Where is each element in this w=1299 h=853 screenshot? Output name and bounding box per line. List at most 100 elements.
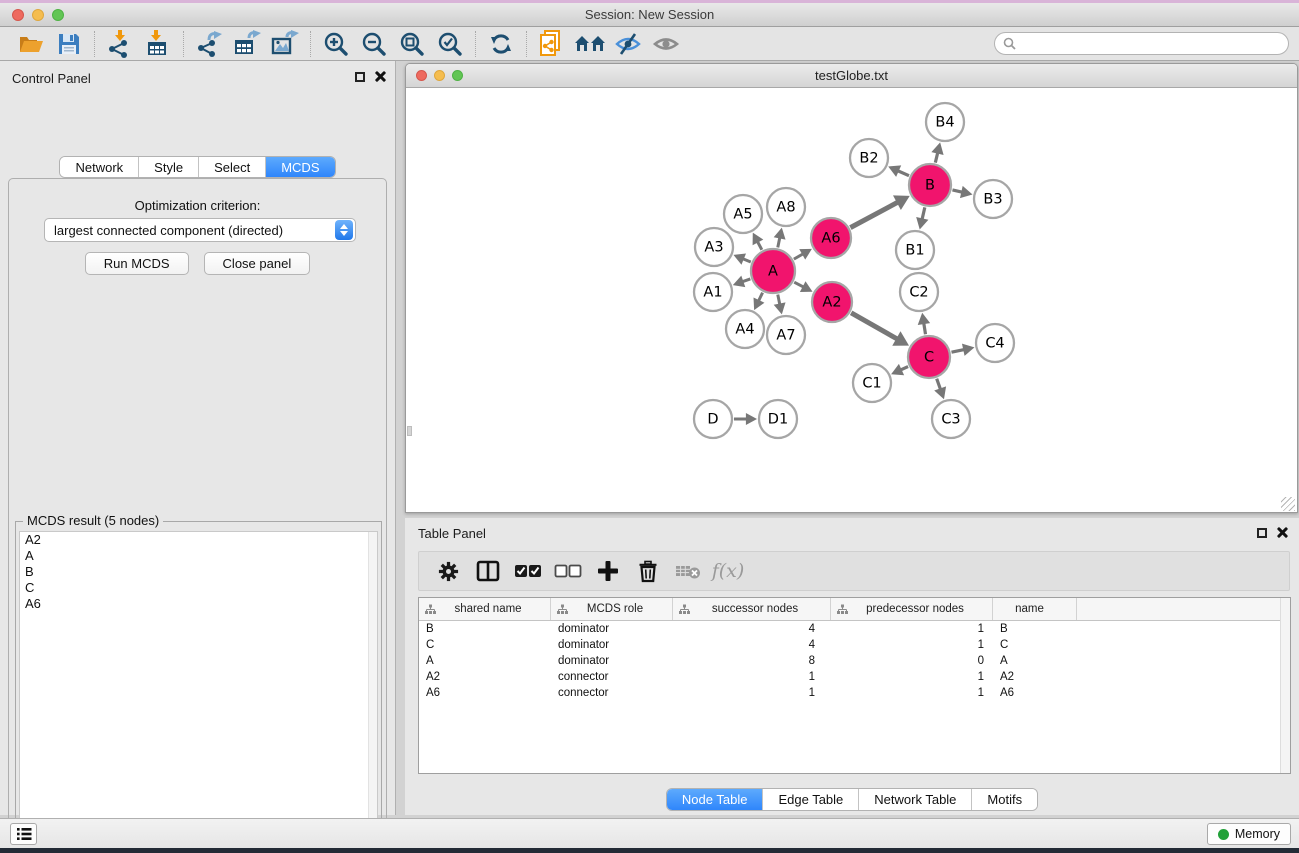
show-columns-icon[interactable] <box>471 555 505 587</box>
node-B[interactable]: B <box>909 164 951 206</box>
hide-graphics-details-icon[interactable] <box>609 29 647 59</box>
node-D[interactable]: D <box>694 400 732 438</box>
column-header-MCDS-role[interactable]: MCDS role <box>551 598 673 620</box>
search-input[interactable] <box>1021 37 1280 51</box>
edge-A-A2[interactable] <box>794 282 803 287</box>
table-row[interactable]: A6connector11A6 <box>419 685 1290 701</box>
close-panel-icon[interactable] <box>374 71 385 82</box>
memory-button[interactable]: Memory <box>1207 823 1291 845</box>
node-B4[interactable]: B4 <box>926 103 964 141</box>
node-A3[interactable]: A3 <box>695 228 733 266</box>
node-A1[interactable]: A1 <box>694 273 732 311</box>
mcds-result-item[interactable]: A6 <box>20 596 377 612</box>
tab-select[interactable]: Select <box>198 157 265 177</box>
mcds-result-item[interactable]: B <box>20 564 377 580</box>
zoom-in-icon[interactable] <box>317 29 355 59</box>
node-B3[interactable]: B3 <box>974 180 1012 218</box>
table-float-panel-icon[interactable] <box>1257 528 1267 538</box>
zoom-out-icon[interactable] <box>355 29 393 59</box>
window-resize-grip[interactable] <box>1281 497 1295 511</box>
task-history-button[interactable] <box>10 823 37 845</box>
node-A4[interactable]: A4 <box>726 310 764 348</box>
edge-C-C2[interactable] <box>924 323 926 334</box>
import-table-icon[interactable] <box>139 29 177 59</box>
table-tab-node-table[interactable]: Node Table <box>667 789 763 810</box>
close-panel-button[interactable]: Close panel <box>204 252 311 275</box>
edge-A-A6[interactable] <box>794 254 803 259</box>
import-network-icon[interactable] <box>101 29 139 59</box>
mcds-result-item[interactable]: C <box>20 580 377 596</box>
edge-A-A1[interactable] <box>742 279 750 282</box>
node-C2[interactable]: C2 <box>900 273 938 311</box>
edge-B-B2[interactable] <box>898 171 909 176</box>
table-tab-motifs[interactable]: Motifs <box>971 789 1037 810</box>
export-table-icon[interactable] <box>228 29 266 59</box>
tab-style[interactable]: Style <box>138 157 198 177</box>
criterion-dropdown[interactable]: largest connected component (directed) <box>44 218 356 242</box>
table-scrollbar[interactable] <box>1280 598 1290 773</box>
result-scrollbar[interactable] <box>368 532 377 853</box>
mcds-result-list[interactable]: A2ABCA6 <box>19 531 378 853</box>
add-column-icon[interactable] <box>591 555 625 587</box>
clone-network-icon[interactable] <box>533 29 571 59</box>
edge-A-A8[interactable] <box>778 237 780 247</box>
delete-column-icon[interactable] <box>631 555 665 587</box>
node-C[interactable]: C <box>908 336 950 378</box>
edge-A-A4[interactable] <box>759 293 763 301</box>
node-A5[interactable]: A5 <box>724 195 762 233</box>
tab-mcds[interactable]: MCDS <box>265 157 334 177</box>
zoom-fit-icon[interactable] <box>393 29 431 59</box>
node-D1[interactable]: D1 <box>759 400 797 438</box>
edge-B-B1[interactable] <box>922 207 925 219</box>
node-A2[interactable]: A2 <box>812 282 852 322</box>
node-B1[interactable]: B1 <box>896 231 934 269</box>
export-image-icon[interactable] <box>266 29 304 59</box>
edge-A-A7[interactable] <box>778 295 780 305</box>
column-header-shared-name[interactable]: shared name <box>419 598 551 620</box>
delete-table-icon[interactable] <box>671 555 705 587</box>
save-session-icon[interactable] <box>50 29 88 59</box>
node-C3[interactable]: C3 <box>932 400 970 438</box>
home-networks-icon[interactable] <box>571 29 609 59</box>
search-box[interactable] <box>994 32 1289 55</box>
table-close-panel-icon[interactable] <box>1276 527 1287 538</box>
export-network-icon[interactable] <box>190 29 228 59</box>
show-graphics-details-icon[interactable] <box>647 29 685 59</box>
table-row[interactable]: Cdominator41C <box>419 637 1290 653</box>
node-A8[interactable]: A8 <box>767 188 805 226</box>
zoom-selected-icon[interactable] <box>431 29 469 59</box>
column-header-name[interactable]: name <box>993 598 1077 620</box>
table-tab-edge-table[interactable]: Edge Table <box>762 789 858 810</box>
edge-C-C1[interactable] <box>901 367 908 370</box>
table-settings-gear-icon[interactable] <box>431 555 465 587</box>
column-header-predecessor-nodes[interactable]: predecessor nodes <box>831 598 993 620</box>
node-C4[interactable]: C4 <box>976 324 1014 362</box>
open-session-icon[interactable] <box>12 29 50 59</box>
edge-B-B3[interactable] <box>952 190 962 192</box>
edge-A-A5[interactable] <box>757 242 761 250</box>
network-canvas[interactable]: B4 B2 B B3 A5A8A6 A3 B1 A A1 C2 A2 A4A7 C4 C C1 C3 D D1 <box>407 88 1296 512</box>
table-row[interactable]: Bdominator41B <box>419 621 1290 637</box>
tab-network[interactable]: Network <box>60 157 138 177</box>
column-header-successor-nodes[interactable]: successor nodes <box>673 598 831 620</box>
run-mcds-button[interactable]: Run MCDS <box>85 252 189 275</box>
refresh-icon[interactable] <box>482 29 520 59</box>
table-tab-network-table[interactable]: Network Table <box>858 789 971 810</box>
node-B2[interactable]: B2 <box>850 139 888 177</box>
mcds-result-item[interactable]: A2 <box>20 532 377 548</box>
node-C1[interactable]: C1 <box>853 364 891 402</box>
deselect-all-icon[interactable] <box>551 555 585 587</box>
node-A7[interactable]: A7 <box>767 316 805 354</box>
select-all-icon[interactable] <box>511 555 545 587</box>
edge-C-C3[interactable] <box>937 379 941 390</box>
node-A[interactable]: A <box>751 249 795 293</box>
canvas-edge-grip[interactable] <box>407 426 412 436</box>
mcds-result-item[interactable]: A <box>20 548 377 564</box>
node-A6[interactable]: A6 <box>811 218 851 258</box>
function-builder-icon[interactable]: f(x) <box>711 555 745 587</box>
table-row[interactable]: Adominator80A <box>419 653 1290 669</box>
edge-A-A3[interactable] <box>743 259 751 262</box>
edge-B-B4[interactable] <box>935 153 937 163</box>
network-window-titlebar[interactable]: testGlobe.txt <box>406 64 1297 88</box>
table-row[interactable]: A2connector11A2 <box>419 669 1290 685</box>
